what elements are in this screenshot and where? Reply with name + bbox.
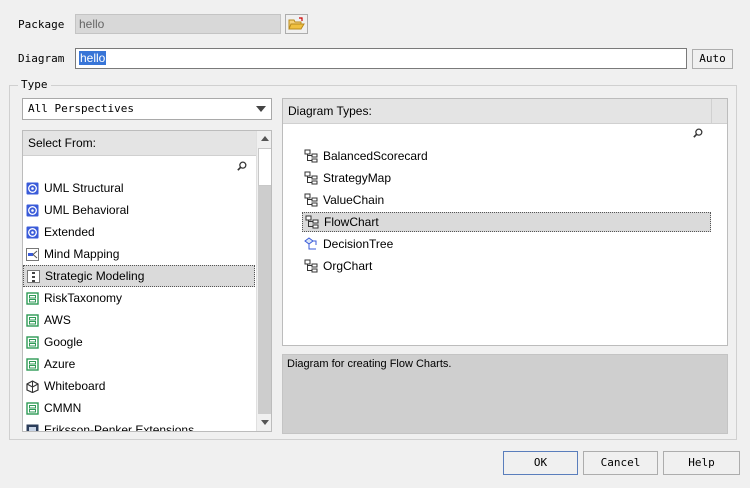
diagram-name-value: hello <box>79 51 107 65</box>
package-value: hello <box>79 17 105 31</box>
uml-icon <box>26 226 39 238</box>
diagram-type-balancedscorecard[interactable]: BalancedScorecard <box>302 146 711 166</box>
diagram-types-header: Diagram Types: <box>283 99 711 124</box>
list-item-label: Eriksson-Penker Extensions <box>44 423 195 432</box>
list-item-label: Azure <box>44 357 76 371</box>
ok-button[interactable]: OK <box>503 451 578 475</box>
decision-tree-icon <box>304 237 317 250</box>
diagram-type-valuechain[interactable]: ValueChain <box>302 190 711 210</box>
green-diagram-icon <box>26 335 39 349</box>
diagram-description: Diagram for creating Flow Charts. <box>282 354 728 434</box>
list-item-extended[interactable]: Extended <box>23 221 255 243</box>
diagram-name-input[interactable]: hello <box>75 48 687 69</box>
tree-diagram-icon <box>304 193 318 207</box>
list-item-aws[interactable]: AWS <box>23 309 255 331</box>
whiteboard-icon <box>26 379 39 393</box>
list-item-label: UML Structural <box>44 181 124 195</box>
tree-diagram-icon <box>304 149 318 163</box>
green-diagram-icon <box>26 357 39 371</box>
green-diagram-icon <box>26 401 39 415</box>
list-item-label: Mind Mapping <box>44 247 120 261</box>
list-item-label: AWS <box>44 313 71 327</box>
list-item-azure[interactable]: Azure <box>23 353 255 375</box>
diagram-type-flowchart[interactable]: FlowChart <box>302 212 711 232</box>
list-item-label: Strategic Modeling <box>45 269 145 283</box>
scroll-track[interactable] <box>258 186 271 414</box>
select-from-panel: Select From: UML Structural UML Behavior… <box>22 130 272 432</box>
list-item-label: Extended <box>44 225 95 239</box>
diagram-type-label: StrategyMap <box>323 171 392 185</box>
header-spacer <box>711 99 727 124</box>
diagram-type-label: ValueChain <box>323 193 385 207</box>
diagram-type-label: FlowChart <box>324 215 379 229</box>
list-item-label: Google <box>44 335 83 349</box>
list-item-risktaxonomy[interactable]: RiskTaxonomy <box>23 287 255 309</box>
diagram-label: Diagram <box>18 52 65 65</box>
perspective-dropdown[interactable]: All Perspectives <box>22 98 272 120</box>
list-item-whiteboard[interactable]: Whiteboard <box>23 375 255 397</box>
green-diagram-icon <box>26 313 39 327</box>
list-item-cmmn[interactable]: CMMN <box>23 397 255 419</box>
diagram-type-label: DecisionTree <box>323 237 394 251</box>
diagram-types-panel: Diagram Types: BalancedScorecard Strateg… <box>282 98 728 346</box>
ep-icon <box>26 424 39 431</box>
diagram-type-strategymap[interactable]: StrategyMap <box>302 168 711 188</box>
diagram-type-label: OrgChart <box>323 259 373 273</box>
auto-button[interactable]: Auto <box>692 49 733 69</box>
list-item-eriksson-penker[interactable]: Eriksson-Penker Extensions <box>23 419 255 432</box>
type-group-legend: Type <box>18 78 51 91</box>
folder-open-icon <box>288 17 305 30</box>
list-item-uml-structural[interactable]: UML Structural <box>23 177 255 199</box>
help-button[interactable]: Help <box>663 451 740 475</box>
arrow-down-icon <box>261 420 269 425</box>
package-field: hello <box>75 14 281 34</box>
green-diagram-icon <box>26 291 39 305</box>
browse-package-button[interactable] <box>285 14 308 34</box>
select-from-header: Select From: <box>23 131 256 156</box>
scroll-thumb[interactable] <box>258 148 271 186</box>
select-from-search-row[interactable] <box>23 156 256 178</box>
list-item-label: CMMN <box>44 401 82 415</box>
list-item-google[interactable]: Google <box>23 331 255 353</box>
list-item-label: Whiteboard <box>44 379 106 393</box>
cancel-button[interactable]: Cancel <box>583 451 658 475</box>
list-item-uml-behavioral[interactable]: UML Behavioral <box>23 199 255 221</box>
chevron-down-icon <box>256 106 266 112</box>
search-icon[interactable] <box>693 128 703 138</box>
diagram-type-decisiontree[interactable]: DecisionTree <box>302 234 711 254</box>
tree-diagram-icon <box>304 171 318 185</box>
mindmap-icon <box>26 247 39 261</box>
tree-diagram-icon <box>305 215 319 229</box>
list-item-strategic-modeling[interactable]: Strategic Modeling <box>23 265 255 287</box>
list-item-label: UML Behavioral <box>44 203 129 217</box>
tree-diagram-icon <box>304 259 318 273</box>
diagram-type-orgchart[interactable]: OrgChart <box>302 256 711 276</box>
list-item-label: RiskTaxonomy <box>44 291 123 305</box>
scroll-down-button[interactable] <box>257 414 271 430</box>
search-icon[interactable] <box>237 161 247 171</box>
package-label: Package <box>18 18 65 31</box>
diagram-type-label: BalancedScorecard <box>323 149 428 163</box>
strategic-icon <box>27 269 40 283</box>
arrow-up-icon <box>261 136 269 141</box>
select-from-scrollbar[interactable] <box>256 131 271 431</box>
uml-icon <box>26 182 39 194</box>
uml-icon <box>26 204 39 216</box>
perspective-value: All Perspectives <box>28 102 134 115</box>
scroll-up-button[interactable] <box>257 131 271 147</box>
list-item-mind-mapping[interactable]: Mind Mapping <box>23 243 255 265</box>
